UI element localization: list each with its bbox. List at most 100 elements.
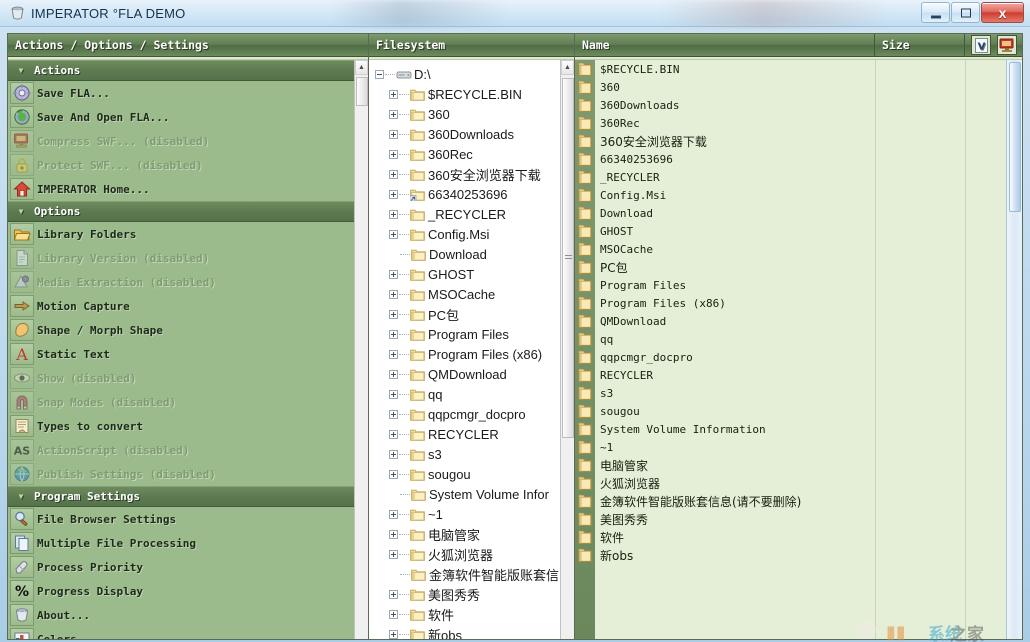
scroll-thumb[interactable] [356, 77, 368, 106]
file-row[interactable]: GHOST [575, 222, 1006, 240]
tree-node[interactable]: s3 [369, 444, 560, 464]
tree-node[interactable]: Download [369, 244, 560, 264]
file-row[interactable]: Config.Msi [575, 186, 1006, 204]
settings-item[interactable]: A Static Text [8, 342, 354, 366]
expand-plus-icon[interactable] [389, 409, 398, 419]
file-row[interactable]: 软件 [575, 528, 1006, 546]
expand-plus-icon[interactable] [389, 229, 398, 239]
tree-node[interactable]: PC包 [369, 304, 560, 324]
tree-scroll-thumb[interactable] [562, 78, 574, 438]
expand-plus-icon[interactable] [389, 189, 398, 199]
tree-node[interactable]: 360 [369, 104, 560, 124]
view-v-icon[interactable]: V [971, 35, 991, 55]
expand-plus-icon[interactable] [389, 389, 398, 399]
tree-node[interactable]: D:\ [369, 64, 560, 84]
tree-node[interactable]: $RECYCLE.BIN [369, 84, 560, 104]
file-row[interactable]: MSOCache [575, 240, 1006, 258]
tree-node[interactable]: 软件 [369, 604, 560, 624]
settings-item[interactable]: Save FLA... [8, 81, 354, 105]
file-row[interactable]: s3 [575, 384, 1006, 402]
maximize-button[interactable] [951, 2, 980, 23]
settings-item[interactable]: Colors [8, 627, 354, 639]
expand-plus-icon[interactable] [389, 129, 398, 139]
file-list-scroll-thumb[interactable] [1009, 62, 1021, 212]
expand-plus-icon[interactable] [389, 509, 398, 519]
settings-item[interactable]: IMPERATOR Home... [8, 177, 354, 201]
settings-item[interactable]: About... [8, 603, 354, 627]
expand-plus-icon[interactable] [389, 349, 398, 359]
tree-node[interactable]: 新obs [369, 624, 560, 639]
settings-item[interactable]: Shape / Morph Shape [8, 318, 354, 342]
expand-plus-icon[interactable] [389, 149, 398, 159]
expand-plus-icon[interactable] [389, 469, 398, 479]
tree-node[interactable]: 66340253696 [369, 184, 560, 204]
tree-node[interactable]: GHOST [369, 264, 560, 284]
settings-item[interactable]: % Progress Display [8, 579, 354, 603]
expand-plus-icon[interactable] [389, 429, 398, 439]
settings-item[interactable]: Process Priority [8, 555, 354, 579]
file-row[interactable]: 美图秀秀 [575, 510, 1006, 528]
settings-group-header[interactable]: ▼ Options [8, 201, 354, 222]
file-row[interactable]: 新obs [575, 546, 1006, 564]
filesystem-scrollbar[interactable]: ▲ [560, 60, 574, 639]
tree-node[interactable]: 360Downloads [369, 124, 560, 144]
file-row[interactable]: ~1 [575, 438, 1006, 456]
tree-node[interactable]: 电脑管家 [369, 524, 560, 544]
settings-item[interactable]: Multiple File Processing [8, 531, 354, 555]
expand-plus-icon[interactable] [389, 529, 398, 539]
file-row[interactable]: 360Rec [575, 114, 1006, 132]
tree-node[interactable]: _RECYCLER [369, 204, 560, 224]
settings-item[interactable]: File Browser Settings [8, 507, 354, 531]
close-button[interactable]: x [981, 2, 1024, 23]
tree-node[interactable]: qqpcmgr_docpro [369, 404, 560, 424]
tree-node[interactable]: 360安全浏览器下载 [369, 164, 560, 184]
monitor-icon[interactable] [997, 35, 1017, 55]
tree-node[interactable]: 金簿软件智能版账套信 [369, 564, 560, 584]
tree-node[interactable]: 美图秀秀 [369, 584, 560, 604]
file-row[interactable]: 360安全浏览器下载 [575, 132, 1006, 150]
settings-group-header[interactable]: ▼ Program Settings [8, 486, 354, 507]
file-row[interactable]: 火狐浏览器 [575, 474, 1006, 492]
file-row[interactable]: System Volume Information [575, 420, 1006, 438]
settings-item[interactable]: Types to convert [8, 414, 354, 438]
file-row[interactable]: qqpcmgr_docpro [575, 348, 1006, 366]
expand-plus-icon[interactable] [389, 289, 398, 299]
tree-node[interactable]: Config.Msi [369, 224, 560, 244]
file-row[interactable]: 66340253696 [575, 150, 1006, 168]
tree-node[interactable]: ~1 [369, 504, 560, 524]
file-row[interactable]: _RECYCLER [575, 168, 1006, 186]
minimize-button[interactable] [921, 2, 950, 23]
scroll-up-button[interactable]: ▲ [355, 60, 368, 75]
tree-node[interactable]: 360Rec [369, 144, 560, 164]
column-header-size[interactable]: Size [875, 34, 965, 56]
file-row[interactable]: RECYCLER [575, 366, 1006, 384]
tree-node[interactable]: Program Files [369, 324, 560, 344]
expand-plus-icon[interactable] [389, 589, 398, 599]
expand-plus-icon[interactable] [389, 209, 398, 219]
tree-node[interactable]: Program Files (x86) [369, 344, 560, 364]
tree-node[interactable]: 火狐浏览器 [369, 544, 560, 564]
settings-item[interactable]: Save And Open FLA... [8, 105, 354, 129]
file-row[interactable]: $RECYCLE.BIN [575, 60, 1006, 78]
tree-node[interactable]: System Volume Infor [369, 484, 560, 504]
settings-scrollbar[interactable]: ▲ [354, 60, 368, 639]
file-row[interactable]: QMDownload [575, 312, 1006, 330]
file-row[interactable]: Program Files (x86) [575, 294, 1006, 312]
tree-node[interactable]: sougou [369, 464, 560, 484]
settings-item[interactable]: Motion Capture [8, 294, 354, 318]
expand-plus-icon[interactable] [389, 169, 398, 179]
expand-plus-icon[interactable] [389, 609, 398, 619]
collapse-minus-icon[interactable] [375, 69, 384, 79]
file-row[interactable]: qq [575, 330, 1006, 348]
expand-plus-icon[interactable] [389, 109, 398, 119]
expand-plus-icon[interactable] [389, 449, 398, 459]
file-row[interactable]: PC包 [575, 258, 1006, 276]
expand-plus-icon[interactable] [389, 329, 398, 339]
expand-plus-icon[interactable] [389, 549, 398, 559]
settings-item[interactable]: Library Folders [8, 222, 354, 246]
expand-plus-icon[interactable] [389, 629, 398, 639]
file-list-scrollbar[interactable] [1006, 60, 1022, 639]
file-row[interactable]: Download [575, 204, 1006, 222]
settings-group-header[interactable]: ▼ Actions [8, 60, 354, 81]
file-row[interactable]: 360Downloads [575, 96, 1006, 114]
